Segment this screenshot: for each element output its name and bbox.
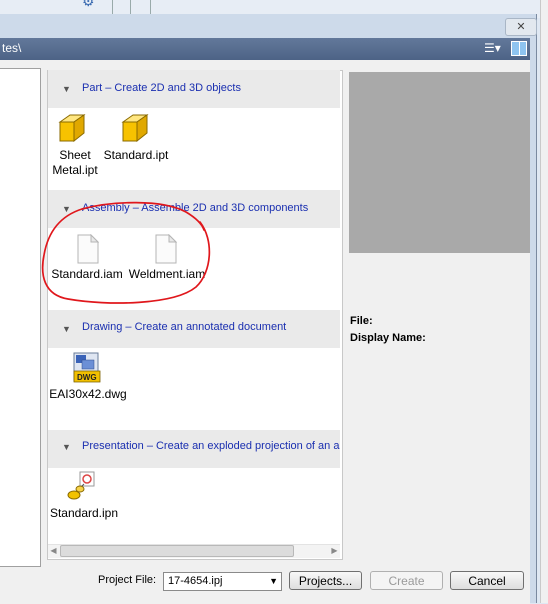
template-item-standard-ipt[interactable]	[121, 113, 149, 146]
template-folder-tree[interactable]	[0, 68, 41, 567]
scrollbar-thumb[interactable]	[60, 545, 294, 557]
template-item-label: Standard.ipt	[103, 148, 169, 162]
display-name-label: Display Name:	[350, 332, 426, 344]
part-cube-icon	[121, 114, 149, 143]
group-title: Presentation – Create an exploded projec…	[82, 440, 340, 452]
group-header-assembly[interactable]: ▼ Assembly – Assemble 2D and 3D componen…	[48, 190, 340, 228]
template-item-sheet-metal[interactable]	[58, 113, 86, 146]
template-preview	[349, 72, 530, 253]
presentation-icon	[67, 471, 95, 500]
file-label: File:	[350, 315, 373, 327]
template-item-label: Standard.ipn	[49, 506, 119, 520]
group-title: Drawing – Create an annotated document	[82, 321, 287, 333]
group-title: Assembly – Assemble 2D and 3D components	[82, 202, 309, 214]
template-item-label: Weldment.iam	[128, 267, 206, 281]
dwg-icon: DWG	[73, 352, 101, 383]
preview-pane-icon[interactable]	[511, 41, 527, 56]
toolbar-divider	[112, 0, 113, 14]
close-icon: ✕	[516, 21, 526, 33]
template-item-weldment-iam[interactable]	[154, 233, 178, 267]
project-file-select[interactable]: 17-4654.ipj ▼	[163, 572, 282, 591]
template-item-eai30x42-dwg[interactable]: DWG	[72, 351, 102, 386]
toolbar-divider	[130, 0, 131, 14]
gear-icon: ⚙	[82, 0, 95, 9]
template-path: tes\	[2, 41, 22, 55]
template-item-label: EAI30x42.dwg	[49, 387, 127, 401]
svg-text:DWG: DWG	[77, 373, 97, 382]
toolbar-divider	[150, 0, 151, 14]
scroll-left-icon[interactable]: ◀	[49, 546, 58, 555]
background-app-panel	[540, 0, 548, 603]
template-item-label: Sheet Metal.ipt	[52, 148, 98, 177]
collapse-arrow-icon[interactable]: ▼	[62, 84, 71, 94]
close-button[interactable]: ✕	[505, 18, 537, 36]
part-cube-icon	[58, 114, 86, 143]
document-icon	[155, 233, 178, 264]
group-header-presentation[interactable]: ▼ Presentation – Create an exploded proj…	[48, 430, 340, 468]
scroll-right-icon[interactable]: ▶	[330, 546, 339, 555]
create-button[interactable]: Create	[370, 571, 443, 590]
collapse-arrow-icon[interactable]: ▼	[62, 324, 71, 334]
group-title: Part – Create 2D and 3D objects	[82, 82, 241, 94]
list-view-icon[interactable]: ☰▾	[484, 41, 510, 55]
template-item-standard-iam[interactable]	[76, 233, 100, 267]
template-item-label: Standard.iam	[51, 267, 123, 281]
collapse-arrow-icon[interactable]: ▼	[62, 442, 71, 452]
collapse-arrow-icon[interactable]: ▼	[62, 204, 71, 214]
projects-button[interactable]: Projects...	[289, 571, 362, 590]
template-item-standard-ipn[interactable]	[66, 469, 100, 506]
project-file-label: Project File:	[98, 574, 157, 586]
group-header-drawing[interactable]: ▼ Drawing – Create an annotated document	[48, 310, 340, 348]
chevron-down-icon: ▼	[269, 576, 278, 586]
cancel-button[interactable]: Cancel	[450, 571, 524, 590]
document-icon	[77, 233, 100, 264]
group-header-part[interactable]: ▼ Part – Create 2D and 3D objects	[48, 70, 340, 108]
project-file-value: 17-4654.ipj	[168, 575, 223, 587]
template-path-bar: tes\ ☰▾	[0, 38, 530, 60]
